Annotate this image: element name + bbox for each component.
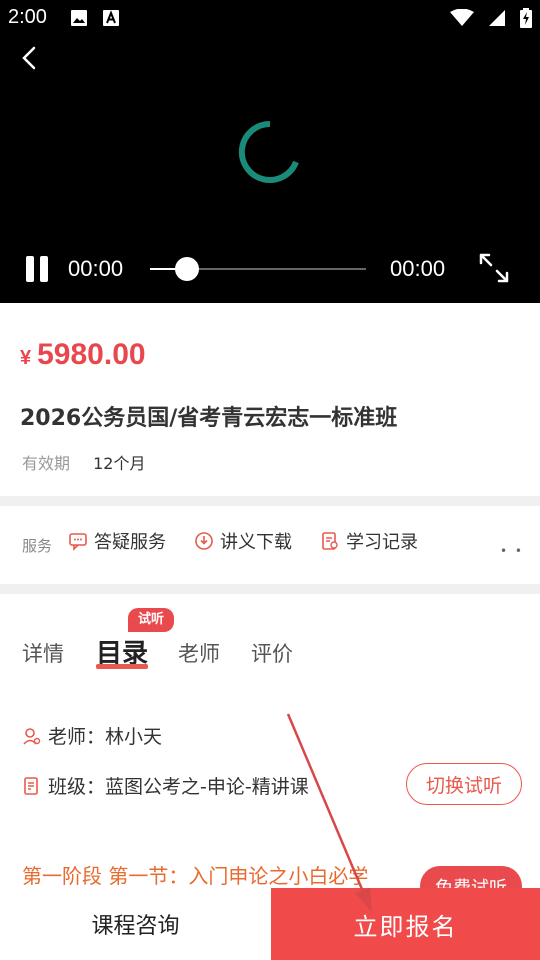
tab-reviews[interactable]: 评价: [251, 638, 293, 668]
tab-details[interactable]: 详情: [22, 638, 64, 668]
image-notification-icon: [71, 10, 87, 26]
service-download[interactable]: 讲义下载: [194, 528, 292, 554]
service-label: 讲义下载: [220, 532, 292, 553]
video-player[interactable]: 00:00 00:00: [0, 36, 540, 303]
wifi-icon: [450, 9, 474, 26]
services-row[interactable]: 服务 答疑服务 讲义下载 学习记录 • •: [0, 506, 540, 576]
section-divider: [0, 584, 540, 594]
status-time: 2:00: [8, 6, 47, 28]
service-label: 答疑服务: [94, 532, 166, 553]
class-icon: [24, 776, 38, 795]
seek-bar[interactable]: [150, 257, 366, 281]
seek-thumb[interactable]: [174, 257, 199, 281]
price-amount: 5980.00: [37, 338, 146, 371]
validity-label: 有效期: [22, 454, 71, 473]
lesson-title[interactable]: 第一阶段 第一节：入门申论之小白必学: [22, 860, 368, 889]
course-title: 2026公务员国/省考青云宏志一标准班: [20, 406, 398, 431]
tab-bar: 详情 目录 试听 老师 评价: [0, 608, 540, 676]
current-time: 00:00: [68, 256, 124, 281]
switch-trial-button[interactable]: 切换试听: [406, 763, 522, 805]
font-notification-icon: [103, 10, 119, 26]
loading-spinner-icon: [238, 120, 299, 183]
duration-time: 00:00: [390, 256, 446, 281]
record-icon: [322, 532, 338, 550]
tab-teachers[interactable]: 老师: [178, 638, 220, 668]
class-label: 班级：蓝图公考之-申论-精讲课: [48, 776, 309, 798]
service-record[interactable]: 学习记录: [320, 528, 418, 554]
download-icon: [195, 532, 213, 550]
teacher-label: 老师：林小天: [48, 726, 163, 748]
battery-charging-icon: [520, 8, 532, 28]
player-controls: 00:00 00:00: [0, 246, 540, 292]
services-label: 服务: [22, 537, 53, 555]
pause-bar-right: [40, 256, 48, 282]
consult-button[interactable]: 课程咨询: [0, 888, 271, 960]
more-services-icon[interactable]: • •: [500, 544, 524, 558]
validity-row: 有效期 12个月: [22, 450, 145, 474]
fullscreen-icon[interactable]: [478, 252, 510, 284]
teacher-row: 老师：林小天: [22, 722, 162, 749]
chat-icon: [69, 533, 87, 551]
course-price: ¥5980.00: [20, 338, 146, 372]
bottom-action-bar: 课程咨询 立即报名: [0, 888, 540, 960]
service-label: 学习记录: [346, 532, 418, 553]
pause-bar-left: [26, 256, 34, 282]
enroll-button[interactable]: 立即报名: [271, 888, 540, 960]
class-row: 班级：蓝图公考之-申论-精讲课: [22, 772, 309, 799]
service-qa[interactable]: 答疑服务: [68, 528, 166, 554]
currency-symbol: ¥: [20, 347, 32, 369]
trial-badge: 试听: [128, 608, 175, 632]
status-bar: 2:00: [0, 0, 540, 36]
signal-icon: [489, 10, 505, 26]
active-tab-indicator: [96, 664, 148, 669]
teacher-icon: [23, 727, 41, 745]
validity-value: 12个月: [93, 454, 146, 473]
pause-button[interactable]: [26, 256, 50, 282]
back-icon[interactable]: [18, 46, 42, 70]
section-divider: [0, 496, 540, 506]
